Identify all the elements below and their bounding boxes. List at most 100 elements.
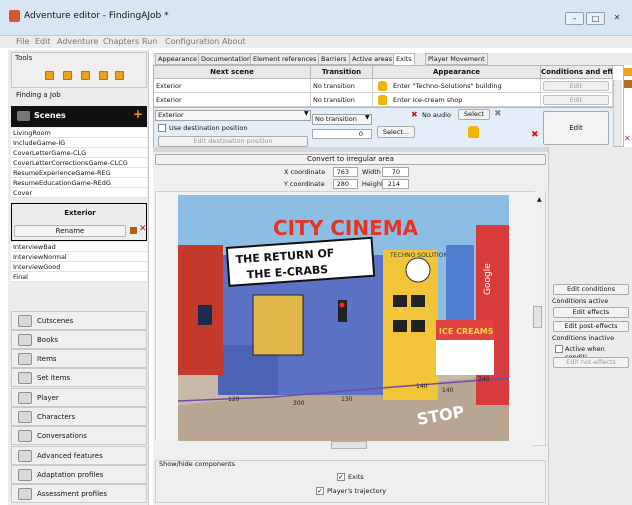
exits-checkbox[interactable]: ✓ <box>337 473 345 481</box>
scene-item[interactable]: Cover <box>11 188 147 198</box>
edit-conditions-button[interactable]: Edit <box>543 111 609 145</box>
tab-appearance[interactable]: Appearance <box>155 53 201 65</box>
tab-active-areas[interactable]: Active areas <box>349 53 396 65</box>
use-destination-checkbox[interactable] <box>158 124 166 132</box>
tab-element-references[interactable]: Element references <box>250 53 320 65</box>
scene-item[interactable]: Final <box>11 272 147 282</box>
clear-audio-icon[interactable]: ✖ <box>494 109 502 119</box>
scene-item[interactable]: CoverLetterGame-CLG <box>11 148 147 158</box>
edit-destination-button[interactable]: Edit destination position <box>158 136 308 147</box>
nav-player[interactable]: Player <box>11 388 147 407</box>
conversations-icon <box>18 430 32 442</box>
row1-scene[interactable]: Exterior <box>154 79 311 93</box>
tab-barriers[interactable]: Barriers <box>318 53 350 65</box>
x-coordinate-field[interactable]: 763 <box>333 167 358 177</box>
menu-run[interactable]: Run <box>142 37 157 46</box>
delete-exit-icon[interactable]: ✕ <box>624 134 631 143</box>
nav-assessment-profiles[interactable]: Assessment profiles <box>11 484 147 503</box>
row2-scene[interactable]: Exterior <box>154 93 311 107</box>
nav-advanced-features[interactable]: Advanced features <box>11 446 147 465</box>
delete-cursor-icon[interactable]: ✖ <box>531 130 539 140</box>
splitter[interactable] <box>153 147 548 152</box>
tab-exits[interactable]: Exits <box>393 53 415 65</box>
tool-icon[interactable] <box>63 71 72 80</box>
row1-edit-button[interactable]: Edit <box>543 81 609 91</box>
tab-documentation[interactable]: Documentation <box>198 53 255 65</box>
scroll-up-icon[interactable]: ▲ <box>537 196 542 203</box>
close-button[interactable]: ✕ <box>607 12 627 25</box>
row2-edit-button[interactable]: Edit <box>543 95 609 105</box>
tool-icon[interactable] <box>81 71 90 80</box>
selected-exit-row[interactable]: Exterior ▼ Use destination position Edit… <box>154 107 613 148</box>
menu-adventure[interactable]: Adventure <box>57 37 98 46</box>
row2-appearance[interactable]: Enter ice-cream shop <box>373 93 541 107</box>
scene-item[interactable]: IncludeGame-IG <box>11 138 147 148</box>
scene-item[interactable]: InterviewNormal <box>11 252 147 262</box>
active-when-checkbox[interactable] <box>555 345 563 353</box>
trajectory-checkbox[interactable]: ✓ <box>316 487 324 495</box>
exits-scrollbar[interactable] <box>613 80 622 146</box>
delete-icon[interactable]: ✕ <box>139 224 147 234</box>
exits-check-label: Exits <box>348 473 364 481</box>
header-next-scene: Next scene <box>154 66 311 79</box>
nav-adaptation-profiles[interactable]: Adaptation profiles <box>11 465 147 484</box>
nav-cutscenes[interactable]: Cutscenes <box>11 311 147 330</box>
select-cursor-button[interactable]: Select... <box>377 126 415 138</box>
width-field[interactable]: 70 <box>382 167 409 177</box>
edit-conditions-button[interactable]: Edit conditions <box>553 284 629 295</box>
row1-transition[interactable]: No transition <box>311 79 373 93</box>
edit-post-effects-button[interactable]: Edit post-effects <box>553 321 629 332</box>
edit-not-effects-button[interactable]: Edit not-effects <box>553 357 629 368</box>
row1-appearance[interactable]: Enter "Techno-Solutions" building <box>373 79 541 93</box>
scene-item[interactable]: ResumeExperienceGame-REG <box>11 168 147 178</box>
scene-background-image[interactable]: CITY CINEMA THE RETURN OF THE E-CRABS TE… <box>178 195 509 441</box>
menu-edit[interactable]: Edit <box>35 37 51 46</box>
transition-time-field[interactable]: 0 <box>312 129 372 139</box>
scene-item[interactable]: InterviewBad <box>11 242 147 252</box>
hscroll-thumb[interactable] <box>331 441 367 449</box>
scene-item[interactable]: ResumeEducationGame-REdG <box>11 178 147 188</box>
tool-icon[interactable] <box>115 71 124 80</box>
tools-label: Tools <box>15 54 33 62</box>
tool-icon[interactable] <box>45 71 54 80</box>
next-scene-dropdown[interactable]: Exterior <box>155 110 311 121</box>
scene-item[interactable]: CoverLetterCorrectionsGame-CLCG <box>11 158 147 168</box>
convert-irregular-button[interactable]: Convert to irregular area <box>155 154 546 165</box>
add-scene-icon[interactable]: + <box>133 107 143 121</box>
tool-icon[interactable] <box>99 71 108 80</box>
menu-about[interactable]: About <box>222 37 246 46</box>
duplicate-exit-icon[interactable] <box>624 80 632 88</box>
add-exit-icon[interactable] <box>624 68 632 76</box>
nav-conversations[interactable]: Conversations <box>11 426 147 445</box>
right-panel: Edit conditions Conditions active Edit e… <box>548 147 632 505</box>
selected-scene[interactable]: Exterior Rename ✕ <box>11 203 147 241</box>
menu-chapters[interactable]: Chapters <box>103 37 139 46</box>
vscroll-thumb[interactable] <box>533 306 542 328</box>
width-label: Width <box>362 168 381 176</box>
nav-items[interactable]: Items <box>11 349 147 368</box>
transition-dropdown[interactable]: No transition <box>312 114 372 125</box>
select-audio-button[interactable]: Select <box>458 109 490 120</box>
nav-set-items[interactable]: Set items <box>11 368 147 387</box>
rename-button[interactable]: Rename <box>14 225 126 237</box>
scenes-header[interactable]: Scenes + <box>11 106 147 127</box>
row2-transition[interactable]: No transition <box>311 93 373 107</box>
nav-books[interactable]: Books <box>11 330 147 349</box>
minimize-button[interactable]: – <box>565 12 584 25</box>
y-coordinate-field[interactable]: 280 <box>333 179 358 189</box>
ice-cream-sign: ICE CREAMS <box>439 327 494 336</box>
scene-item[interactable]: InterviewGood <box>11 262 147 272</box>
scene-item[interactable]: LivingRoom <box>11 128 147 138</box>
menu-configuration[interactable]: Configuration <box>165 37 219 46</box>
exits-table: Next scene Transition Appearance Conditi… <box>153 65 624 148</box>
measure-label: 140 <box>416 383 428 390</box>
maximize-button[interactable]: □ <box>586 12 605 25</box>
height-field[interactable]: 214 <box>382 179 409 189</box>
nav-characters[interactable]: Characters <box>11 407 147 426</box>
conditions-active-label: Conditions active <box>552 297 609 305</box>
menu-file[interactable]: File <box>16 37 29 46</box>
edit-effects-button[interactable]: Edit effects <box>553 307 629 318</box>
duplicate-icon[interactable] <box>130 227 137 234</box>
characters-icon <box>18 411 32 423</box>
tab-player-movement[interactable]: Player Movement <box>425 53 488 65</box>
